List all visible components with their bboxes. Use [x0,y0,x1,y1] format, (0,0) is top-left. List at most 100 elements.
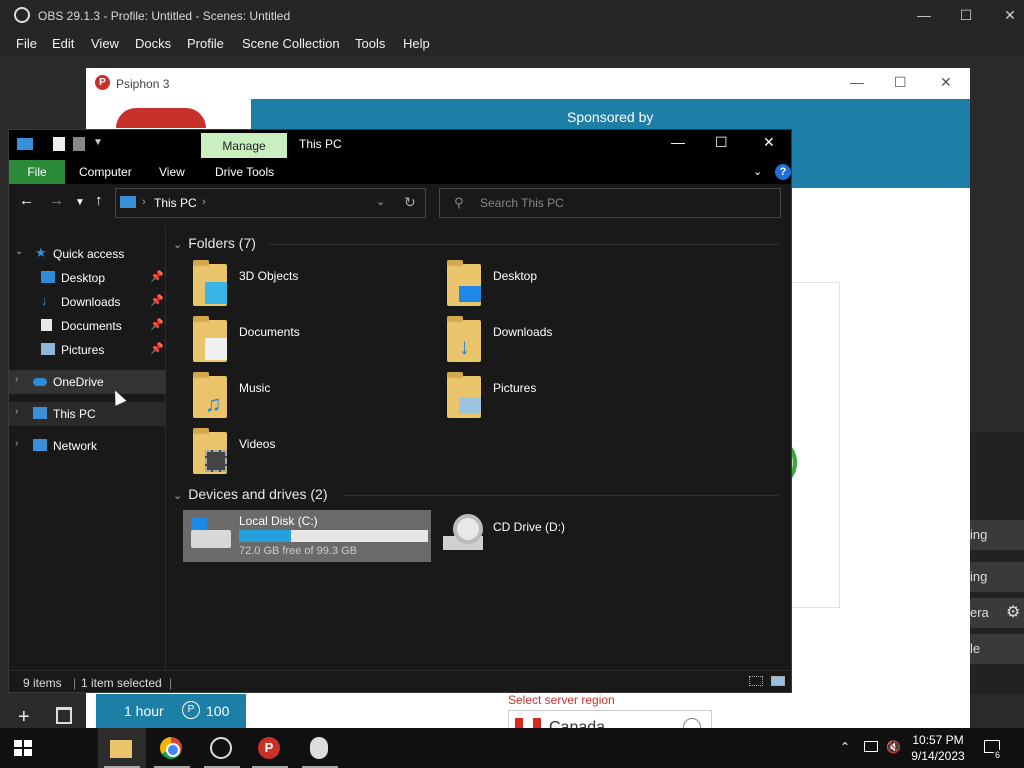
add-icon[interactable]: + [18,706,30,729]
nav-item-label: This PC [53,407,96,421]
nav-item-documents[interactable]: Documents 📌 [9,314,165,338]
chevron-right-icon[interactable]: › [15,406,18,417]
taskbar-file-explorer[interactable] [98,728,146,768]
tab-computer[interactable]: Computer [79,165,132,179]
close-icon[interactable]: ✕ [763,134,775,151]
refresh-icon[interactable]: ↻ [404,194,416,211]
nav-item-desktop[interactable]: Desktop 📌 [9,266,165,290]
windows-start-icon [14,740,32,756]
speed-boost-button[interactable]: 1 hour P 100 [96,694,246,728]
show-hidden-icons-chevron-icon[interactable]: ⌃ [840,740,850,754]
menu-tools[interactable]: Tools [355,36,385,51]
maximize-icon[interactable]: ☐ [715,134,728,151]
address-bar[interactable]: › This PC › ⌄ ↻ [115,188,426,218]
folder-3d-objects[interactable]: 3D Objects [183,260,423,312]
pin-icon[interactable]: 📌 [150,294,164,307]
large-icons-view-icon[interactable] [771,676,785,686]
start-button[interactable] [0,728,48,768]
chevron-right-icon[interactable]: › [142,196,146,208]
expand-ribbon-icon[interactable]: ⌄ [753,165,762,178]
new-folder-icon[interactable] [73,137,85,151]
nav-item-onedrive[interactable]: › OneDrive [9,370,165,394]
3d-cube-icon [205,282,227,304]
chevron-right-icon[interactable]: › [15,438,18,449]
menu-file[interactable]: File [16,36,37,51]
navigation-pane: ⌄ ★ Quick access Desktop 📌 ↓ Downloads 📌… [9,226,166,670]
maximize-icon[interactable]: ☐ [894,74,907,91]
drive-local-disk-c[interactable]: Local Disk (C:) 72.0 GB free of 99.3 GB [183,510,431,562]
app-icon [310,737,328,759]
chevron-right-icon[interactable]: › [202,196,206,208]
gear-icon[interactable]: ⚙ [1006,598,1020,628]
tab-drive-tools[interactable]: Drive Tools [215,165,274,179]
taskbar-obs[interactable] [198,728,246,768]
folder-label: Music [239,381,271,395]
close-icon[interactable]: ✕ [940,74,952,91]
chevron-down-icon[interactable]: ⌄ [173,239,182,251]
maximize-icon[interactable]: ☐ [952,4,980,26]
obs-title-bar: OBS 29.1.3 - Profile: Untitled - Scenes:… [0,0,1024,30]
folder-pictures[interactable]: Pictures [437,372,677,424]
back-icon[interactable]: ← [19,192,34,209]
volume-muted-icon[interactable]: 🔇 [886,740,901,754]
search-button[interactable] [48,728,126,768]
obs-control-button[interactable]: ing [970,520,1024,550]
folder-downloads[interactable]: ↓ Downloads [437,316,677,368]
pin-icon[interactable]: 📌 [150,318,164,331]
minimize-icon[interactable]: — [850,74,864,90]
nav-item-network[interactable]: › Network [9,434,165,458]
obs-control-label: ing [970,569,988,584]
chevron-down-icon[interactable]: ⌄ [173,490,182,502]
address-location[interactable]: This PC [154,196,197,210]
documents-icon [41,319,52,331]
obs-control-button[interactable]: ing [970,562,1024,592]
taskbar-psiphon[interactable]: P [246,728,294,768]
taskbar-app[interactable] [296,728,344,768]
minimize-icon[interactable]: — [671,134,685,150]
folder-desktop[interactable]: Desktop [437,260,677,312]
menu-view[interactable]: View [91,36,119,51]
obs-control-button[interactable]: le [970,634,1024,664]
close-icon[interactable]: ✕ [996,4,1024,26]
trash-icon[interactable] [56,707,72,724]
properties-icon[interactable] [53,137,65,151]
sponsor-text: Sponsored by [567,109,654,125]
folder-music[interactable]: ♫ Music [183,372,423,424]
nav-item-downloads[interactable]: ↓ Downloads 📌 [9,290,165,314]
menu-docks[interactable]: Docks [135,36,171,51]
chevron-right-icon[interactable]: › [15,374,18,385]
chevron-down-icon[interactable]: ⌄ [15,246,23,257]
obs-control-button[interactable]: era ⚙ [970,598,1024,628]
nav-item-this-pc[interactable]: › This PC [9,402,165,426]
menu-edit[interactable]: Edit [52,36,74,51]
menu-scene-collection[interactable]: Scene Collection [242,36,340,51]
menu-help[interactable]: Help [403,36,430,51]
search-input[interactable]: ⚲ Search This PC [439,188,781,218]
drive-cd-d[interactable]: CD Drive (D:) [437,510,677,562]
region-label: Select server region [508,693,615,707]
customize-toolbar-icon[interactable]: ▼ [93,137,103,148]
minimize-icon[interactable]: — [910,4,938,26]
help-icon[interactable]: ? [775,164,791,180]
tab-file[interactable]: File [9,160,65,184]
pin-icon[interactable]: 📌 [150,270,164,283]
recent-locations-icon[interactable]: ▼ [75,197,85,208]
chevron-down-icon[interactable]: ⌄ [376,195,385,208]
folder-videos[interactable]: Videos [183,428,423,480]
pin-icon[interactable]: 📌 [150,342,164,355]
nav-item-pictures[interactable]: Pictures 📌 [9,338,165,362]
clock[interactable]: 10:57 PM 9/14/2023 [906,732,970,764]
forward-icon[interactable]: → [49,192,64,209]
nav-item-quick-access[interactable]: ⌄ ★ Quick access [9,242,165,266]
up-icon[interactable]: ↑ [95,192,103,209]
details-view-icon[interactable] [749,676,763,686]
group-header-devices[interactable]: ⌄ Devices and drives (2) [173,486,785,502]
menu-profile[interactable]: Profile [187,36,224,51]
folder-documents[interactable]: Documents [183,316,423,368]
network-icon[interactable] [864,741,878,752]
taskbar-chrome[interactable] [148,728,196,768]
group-header-folders[interactable]: ⌄ Folders (7) [173,235,785,251]
tab-view[interactable]: View [159,165,185,179]
tab-manage[interactable]: Manage [201,133,287,159]
group-divider [343,495,779,496]
